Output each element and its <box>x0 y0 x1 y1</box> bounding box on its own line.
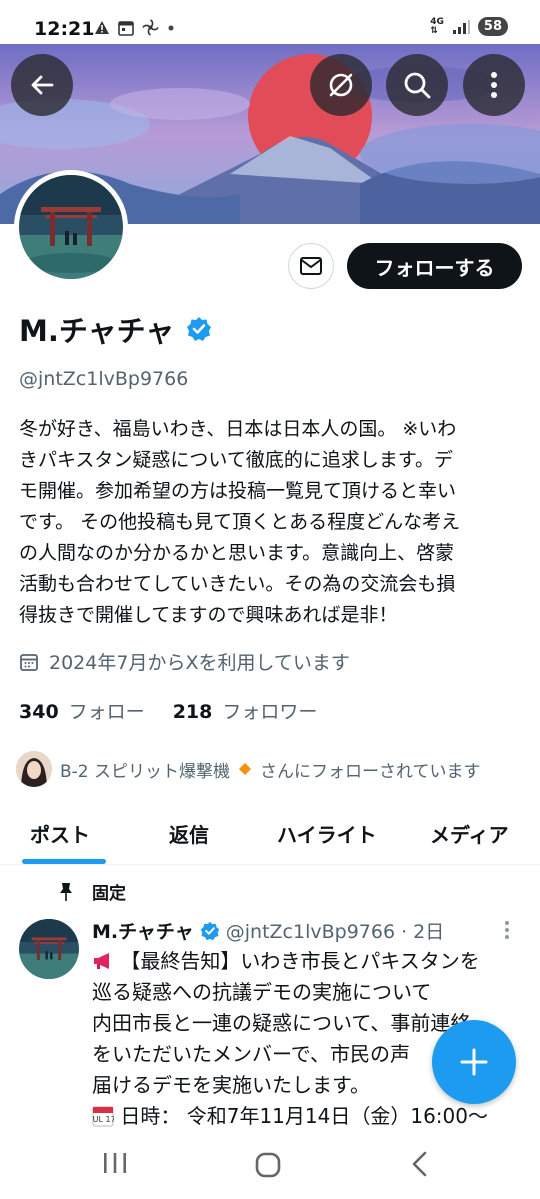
back-chevron-icon <box>412 1151 427 1177</box>
search-button[interactable] <box>386 54 448 116</box>
post-meta: @jntZc1lvBp9766 · 2日 <box>225 921 445 943</box>
post-author-name[interactable]: M.チャチャ <box>92 917 194 944</box>
calendar-emoji-icon: JUL 17 <box>92 1106 116 1127</box>
active-tab-indicator <box>22 859 106 864</box>
pinwheel-icon <box>142 19 159 36</box>
profile-bio: 冬が好き、福島いわき、日本は日本人の国。 ※いわ きパキスタン疑惑について徹底的… <box>19 414 525 631</box>
calendar-icon <box>20 653 38 671</box>
follower-avatar <box>16 751 52 787</box>
signal-icon <box>452 19 470 34</box>
tab-replies[interactable]: 返信 <box>169 819 209 848</box>
post-more-button[interactable] <box>504 920 510 944</box>
joined-date: 2024年7月からXを利用しています <box>19 648 350 675</box>
more-vertical-icon <box>505 921 509 939</box>
calendar-status-icon <box>118 20 134 36</box>
bio-line: の人間なのか分かるかと思います。意識向上、啓蒙 <box>19 542 455 564</box>
followed-by[interactable]: B-2 スピリット爆撃機 さんにフォローされています <box>16 751 481 787</box>
bio-line: 冬が好き、福島いわき、日本は日本人の国。 ※いわ <box>19 418 457 440</box>
avatar-image <box>19 175 123 279</box>
megaphone-icon <box>94 953 109 969</box>
verified-badge-icon[interactable] <box>186 316 212 342</box>
orange-diamond-icon <box>239 763 252 775</box>
back-arrow-icon <box>31 75 54 95</box>
followers-link[interactable]: 218 フォロワー <box>173 697 318 724</box>
more-options-button[interactable] <box>463 54 525 116</box>
pin-icon <box>60 882 72 901</box>
tab-posts[interactable]: ポスト <box>30 819 90 848</box>
profile-avatar[interactable] <box>14 170 128 284</box>
profile-tabs: ポスト 返信 ハイライト メディア <box>0 806 540 865</box>
post-header: M.チャチャ @jntZc1lvBp9766 · 2日 <box>92 917 444 944</box>
bio-line: 得抜きで開催してますので興味あれば是非！ <box>19 604 398 626</box>
recent-apps-button[interactable] <box>100 1150 130 1180</box>
compose-button[interactable] <box>432 1020 516 1104</box>
profile-name-row: M.チャチャ <box>19 308 212 350</box>
pinned-label-row: 固定 <box>58 879 126 904</box>
warning-icon <box>95 21 109 34</box>
back-nav-button[interactable] <box>408 1150 430 1182</box>
status-time: 12:21 <box>34 18 95 40</box>
home-button[interactable] <box>254 1151 282 1183</box>
post-line: JUL 17 日時： 令和7年11月14日（金）16:00～ <box>92 1101 522 1132</box>
back-button[interactable] <box>11 54 73 116</box>
following-link[interactable]: 340 フォロー <box>19 697 145 724</box>
battery-indicator: 58 <box>477 17 508 36</box>
more-icon <box>491 72 497 98</box>
notifications-off-icon <box>329 73 353 97</box>
bio-line: きパキスタン疑惑について徹底的に追求します。デ <box>19 449 453 471</box>
joined-text: 2024年7月からXを利用しています <box>49 652 350 674</box>
home-icon <box>255 1152 281 1178</box>
recents-icon <box>104 1153 126 1173</box>
followed-by-name: B-2 スピリット爆撃機 <box>60 761 231 782</box>
post-line: 巡る疑惑への抗議デモの実施について <box>92 980 432 1004</box>
status-system-icons: 4G ⇅ 58 <box>430 17 508 36</box>
bio-line: です。 その他投稿も見て頂くとある程度どんな考え <box>19 511 461 533</box>
message-button[interactable] <box>288 243 334 289</box>
follow-counts: 340 フォロー 218 フォロワー <box>19 697 317 724</box>
profile-name: M.チャチャ <box>19 314 175 348</box>
follow-button[interactable]: フォローする <box>347 243 522 289</box>
svg-text:JUL 17: JUL 17 <box>92 1115 114 1124</box>
network-type: 4G ⇅ <box>430 16 444 36</box>
notifications-toggle-button[interactable] <box>310 54 372 116</box>
tab-highlights[interactable]: ハイライト <box>277 819 377 848</box>
dot-icon <box>168 25 174 30</box>
post-author-avatar[interactable] <box>19 919 79 979</box>
verified-badge-icon <box>200 921 219 940</box>
system-nav-bar <box>0 1130 540 1199</box>
status-bar: 12:21 4G ⇅ 58 <box>0 0 540 44</box>
profile-handle: @jntZc1lvBp9766 <box>19 368 189 390</box>
bio-line: モ開催。参加希望の方は投稿一覧見て頂けると幸い <box>19 480 457 502</box>
post-line: 【最終告知】いわき市長とパキスタンを <box>92 946 522 977</box>
pinned-label: 固定 <box>92 884 126 904</box>
status-notification-icons <box>94 19 175 36</box>
compose-plus-icon <box>460 1048 488 1076</box>
tab-media[interactable]: メディア <box>430 819 509 848</box>
mail-icon <box>300 257 322 275</box>
followed-by-suffix: さんにフォローされています <box>260 761 481 782</box>
bio-line: 活動も合わせてしていきたい。その為の交流会も損 <box>19 573 456 595</box>
search-icon <box>404 72 431 99</box>
